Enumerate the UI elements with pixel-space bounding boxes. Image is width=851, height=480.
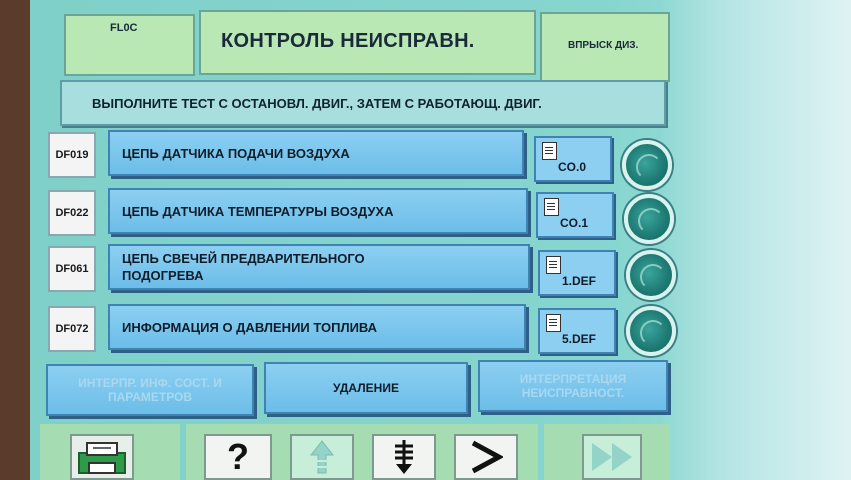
print-button[interactable] [70, 434, 134, 480]
fault-code-df061: DF061 [48, 246, 96, 292]
fast-forward-icon [592, 443, 632, 471]
fast-forward-button[interactable] [582, 434, 642, 480]
fault-button-df019[interactable]: ЦЕПЬ ДАТЧИКА ПОДАЧИ ВОЗДУХА [108, 130, 524, 176]
arrow-down-stop-icon [395, 440, 413, 474]
scroll-down-button[interactable] [372, 434, 436, 480]
fault-code-df072: DF072 [48, 306, 96, 352]
header-left-panel: FL0C [64, 14, 195, 76]
fault-status-text: CO.1 [560, 216, 589, 230]
instruction-banner: ВЫПОЛНИТЕ ТЕСТ С ОСТАНОВЛ. ДВИГ., ЗАТЕМ … [60, 80, 666, 126]
document-icon [546, 256, 561, 274]
arrow-up-icon [309, 440, 335, 474]
fault-description: ЦЕПЬ СВЕЧЕЙ ПРЕДВАРИТЕЛЬНОГО ПОДОГРЕВА [122, 251, 365, 283]
header-left-label: FL0C [110, 22, 138, 34]
header-right-panel: ВПРЫСК ДИЗ. [540, 12, 670, 82]
status-led-icon [626, 250, 676, 300]
printer-icon [78, 442, 126, 474]
fault-code-df022: DF022 [48, 190, 96, 236]
page-title: КОНТРОЛЬ НЕИСПРАВН. [221, 30, 475, 52]
fault-status-text: CO.0 [558, 160, 587, 174]
fault-status-df061[interactable]: 1.DEF [538, 250, 616, 296]
status-led-icon [626, 306, 676, 356]
status-led-icon [622, 140, 672, 190]
status-led-icon [624, 194, 674, 244]
paper-edge [660, 0, 851, 480]
fault-button-df072[interactable]: ИНФОРМАЦИЯ О ДАВЛЕНИИ ТОПЛИВА [108, 304, 526, 350]
chevron-right-icon [471, 440, 503, 474]
fault-status-df072[interactable]: 5.DEF [538, 308, 616, 354]
fault-description: ИНФОРМАЦИЯ О ДАВЛЕНИИ ТОПЛИВА [122, 319, 378, 335]
fault-description: ЦЕПЬ ДАТЧИКА ПОДАЧИ ВОЗДУХА [122, 145, 350, 161]
fault-status-text: 5.DEF [562, 332, 597, 346]
interpret-state-button[interactable]: ИНТЕРПР. ИНФ. СОСТ. И ПАРАМЕТРОВ [46, 364, 254, 416]
interpret-faults-button[interactable]: ИНТЕРПРЕТАЦИЯ НЕИСПРАВНОСТ. [478, 360, 668, 412]
fault-button-df022[interactable]: ЦЕПЬ ДАТЧИКА ТЕМПЕРАТУРЫ ВОЗДУХА [108, 188, 528, 234]
page-title-panel: КОНТРОЛЬ НЕИСПРАВН. [199, 10, 536, 75]
document-icon [542, 142, 557, 160]
document-icon [544, 198, 559, 216]
scroll-up-button[interactable] [290, 434, 354, 480]
fault-status-df022[interactable]: CO.1 [536, 192, 614, 238]
next-button[interactable] [454, 434, 518, 480]
help-button[interactable]: ? [204, 434, 272, 480]
fault-code-df019: DF019 [48, 132, 96, 178]
document-icon [546, 314, 561, 332]
fault-status-df019[interactable]: CO.0 [534, 136, 612, 182]
instruction-text: ВЫПОЛНИТЕ ТЕСТ С ОСТАНОВЛ. ДВИГ., ЗАТЕМ … [92, 96, 542, 111]
fault-button-df061[interactable]: ЦЕПЬ СВЕЧЕЙ ПРЕДВАРИТЕЛЬНОГО ПОДОГРЕВА [108, 244, 530, 290]
delete-button[interactable]: УДАЛЕНИЕ [264, 362, 468, 414]
system-label: ВПРЫСК ДИЗ. [568, 40, 639, 51]
help-icon: ? [227, 436, 249, 477]
fault-description: ЦЕПЬ ДАТЧИКА ТЕМПЕРАТУРЫ ВОЗДУХА [122, 203, 394, 219]
fault-status-text: 1.DEF [562, 274, 597, 288]
